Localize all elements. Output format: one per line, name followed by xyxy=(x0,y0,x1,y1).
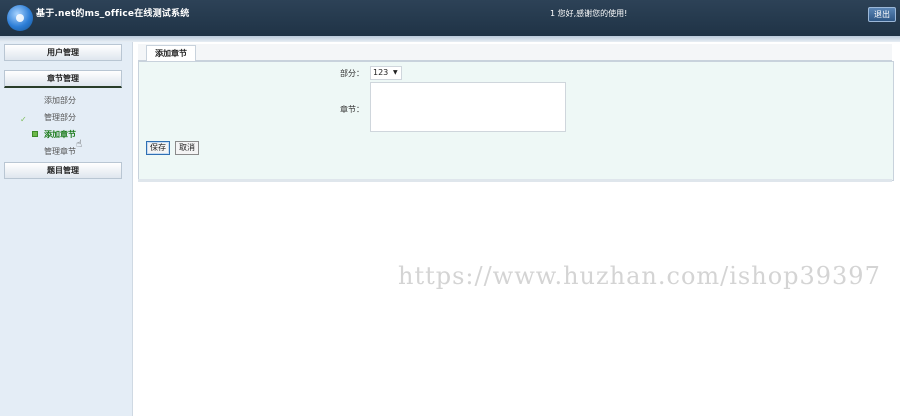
hand-cursor-icon: ☝ xyxy=(76,139,83,150)
cancel-button[interactable]: 取消 xyxy=(175,141,199,155)
sidebar-menu-user-management[interactable]: 用户管理 xyxy=(4,44,122,61)
header-divider xyxy=(0,36,900,42)
chapter-label: 章节： xyxy=(340,105,364,114)
chapter-textarea[interactable] xyxy=(370,82,566,132)
tab-bar: 添加章节 xyxy=(138,44,892,62)
exit-button[interactable]: 退出 xyxy=(868,7,896,22)
part-select[interactable]: 123 ▼ xyxy=(370,66,402,80)
tab-add-chapter[interactable]: 添加章节 xyxy=(146,45,196,62)
app-logo-icon xyxy=(7,5,33,31)
checkmark-icon: ✓ xyxy=(20,115,27,124)
app-title: 基于.net的ms_office在线测试系统 xyxy=(36,9,190,19)
chevron-down-icon: ▼ xyxy=(393,69,398,76)
welcome-text: 1 您好,感谢您的使用! xyxy=(550,9,628,18)
sidebar-item-add-part[interactable]: 添加部分 xyxy=(44,95,76,106)
part-label: 部分： xyxy=(340,69,364,78)
part-select-value: 123 xyxy=(373,68,389,77)
sidebar-item-manage-chapter[interactable]: 管理章节 xyxy=(44,146,76,157)
watermark-text: https://www.huzhan.com/ishop39397 xyxy=(398,262,881,290)
sidebar-menu-chapter-management[interactable]: 章节管理 xyxy=(4,70,122,88)
sidebar-item-add-chapter[interactable]: 添加章节 xyxy=(44,129,76,140)
panel-bottom-border xyxy=(138,179,892,182)
sidebar-item-manage-part[interactable]: 管理部分 xyxy=(44,112,76,123)
top-header: 基于.net的ms_office在线测试系统 1 您好,感谢您的使用! 退出 xyxy=(0,0,900,36)
active-bullet-icon xyxy=(32,131,38,137)
sidebar-menu-question-management[interactable]: 题目管理 xyxy=(4,162,122,179)
save-button[interactable]: 保存 xyxy=(146,141,170,155)
